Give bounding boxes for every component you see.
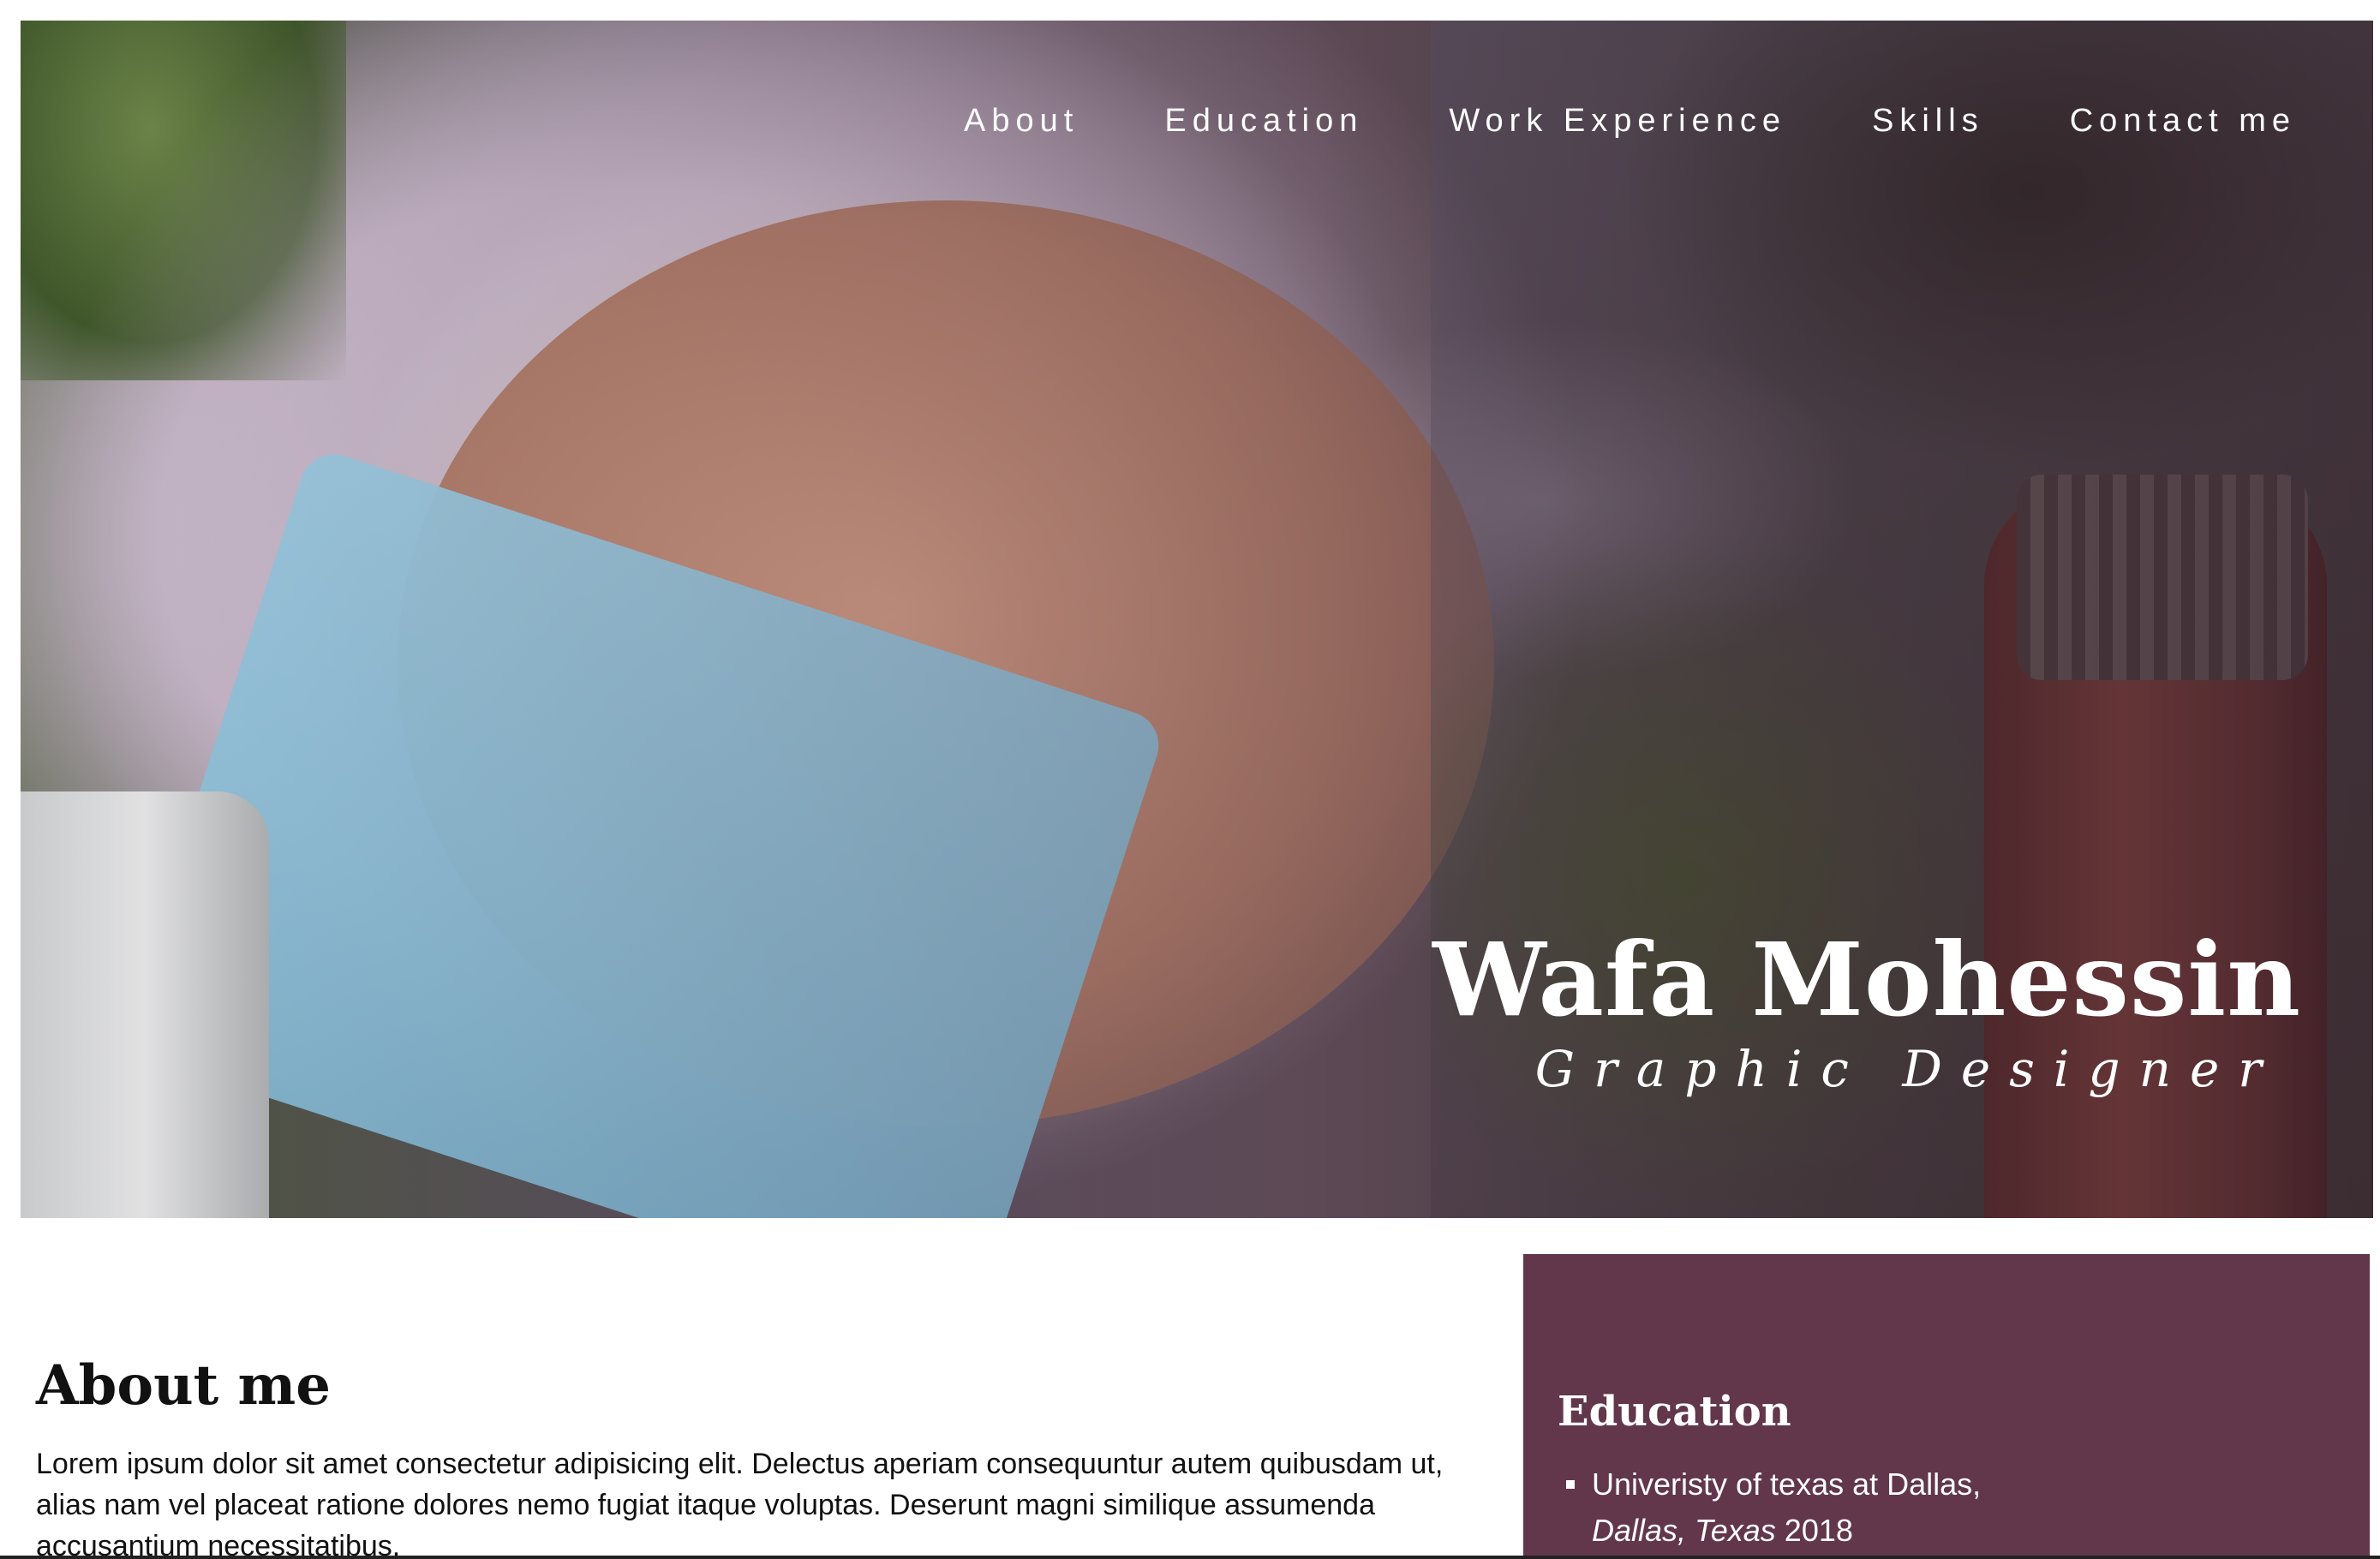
bottom-divider (0, 1556, 2380, 1559)
nav-link-work-experience[interactable]: Work Experience (1449, 103, 1786, 140)
nav-link-education[interactable]: Education (1164, 103, 1363, 140)
about-section: About me Lorem ipsum dolor sit amet cons… (36, 1353, 1458, 1559)
education-panel: Education Univeristy of texas at Dallas,… (1523, 1254, 2370, 1559)
education-list: Univeristy of texas at Dallas, Dallas, T… (1558, 1461, 2335, 1554)
education-year: 2018 (1784, 1513, 1853, 1548)
education-location: Dallas, Texas (1592, 1513, 1776, 1548)
nav-link-about[interactable]: About (964, 103, 1079, 140)
hero-banner: About Education Work Experience Skills C… (21, 21, 2373, 1218)
nav-link-contact[interactable]: Contact me (2070, 103, 2296, 140)
education-school: Univeristy of texas at Dallas, (1592, 1466, 1982, 1502)
main-nav: About Education Work Experience Skills C… (878, 103, 2296, 140)
education-heading: Education (1558, 1388, 1791, 1436)
education-item: Univeristy of texas at Dallas, Dallas, T… (1566, 1461, 2335, 1554)
hero-name: Wafa Mohessin (1432, 920, 2301, 1039)
nav-link-skills[interactable]: Skills (1872, 103, 1984, 140)
hero-job-title: Graphic Designer (1534, 1040, 2281, 1098)
about-heading: About me (36, 1353, 331, 1418)
about-text: Lorem ipsum dolor sit amet consectetur a… (36, 1448, 1444, 1559)
